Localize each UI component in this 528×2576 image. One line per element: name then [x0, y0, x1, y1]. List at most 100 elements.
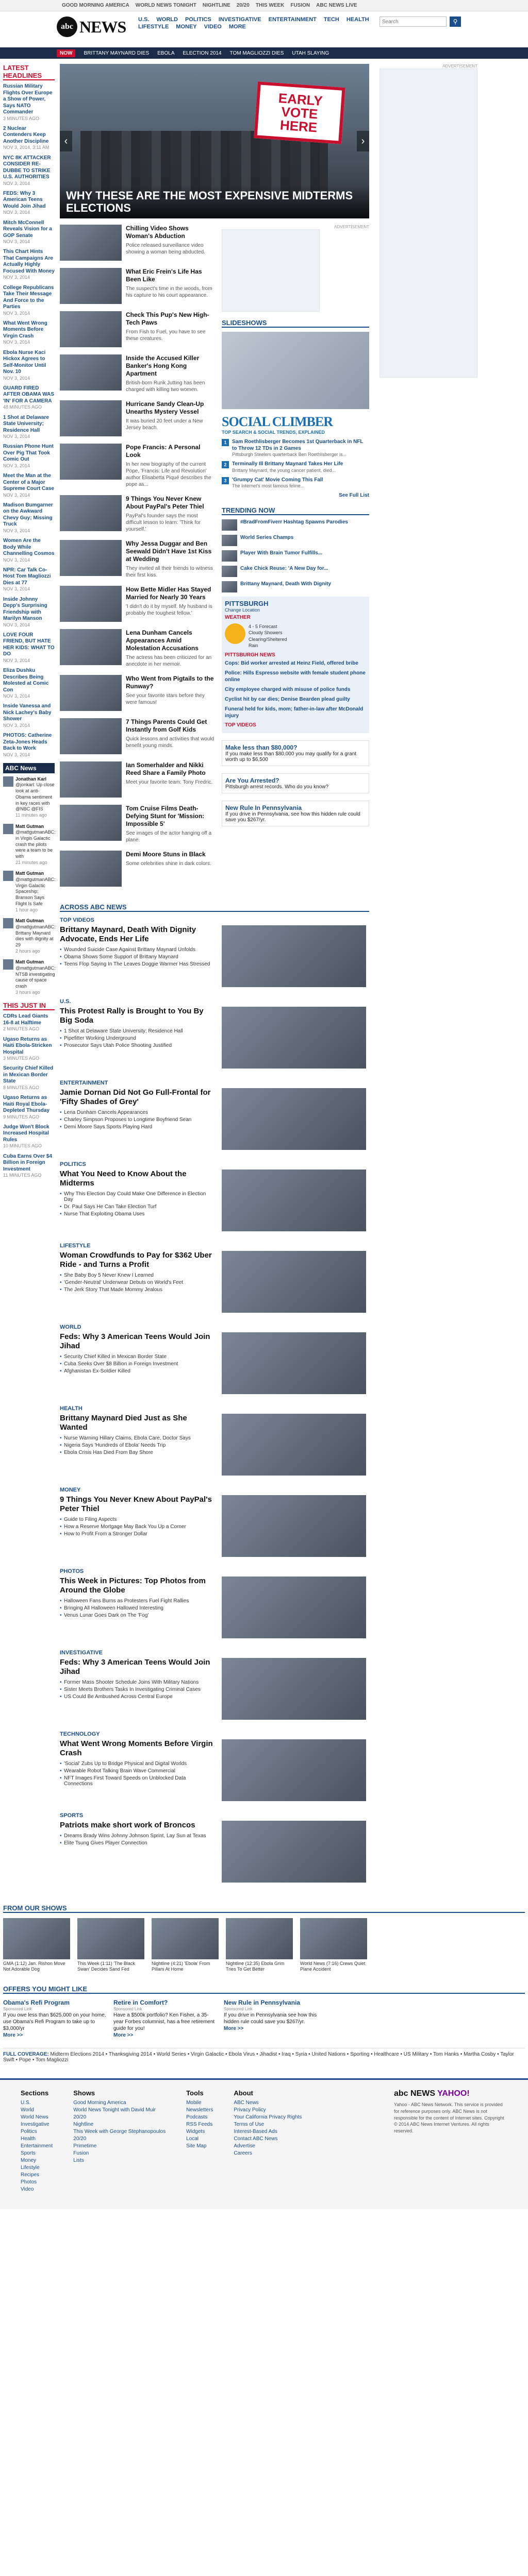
- story-headline[interactable]: Tom Cruise Films Death-Defying Stunt for…: [126, 805, 214, 828]
- chevron-left-icon[interactable]: ‹: [60, 131, 72, 151]
- trending-item[interactable]: Cake Chick Reuse: 'A New Day for...: [222, 565, 369, 577]
- footer-link[interactable]: Local: [186, 2136, 213, 2142]
- story-card[interactable]: 7 Things Parents Could Get Instantly fro…: [60, 718, 214, 754]
- section-headline[interactable]: Brittany Maynard, Death With Dignity Adv…: [60, 925, 214, 944]
- footer-link[interactable]: World News: [21, 2114, 53, 2120]
- footer-link[interactable]: Nightline: [73, 2122, 166, 2127]
- nav-item[interactable]: Tech: [324, 16, 339, 23]
- full-coverage-links[interactable]: Midterm Elections 2014 • Thanksgiving 20…: [3, 2052, 514, 2063]
- offer-item[interactable]: Obama's Refi Program Sponsored Link If you…: [3, 1999, 106, 2039]
- section-image[interactable]: [222, 1658, 366, 1720]
- topbar-link[interactable]: World News Tonight: [136, 3, 196, 8]
- show-item[interactable]: Nightline (12:35) Ebola Grim Tries To Ge…: [226, 1918, 293, 1973]
- footer-link[interactable]: Terms of Use: [234, 2122, 302, 2127]
- section-label[interactable]: Top Videos: [60, 917, 369, 923]
- story-card[interactable]: Tom Cruise Films Death-Defying Stunt for…: [60, 805, 214, 843]
- footer-link[interactable]: World News Tonight with David Muir: [73, 2107, 166, 2113]
- story-headline[interactable]: Lena Dunham Cancels Appearances Amid Mol…: [126, 629, 214, 652]
- ticker-item[interactable]: Election 2014: [183, 50, 222, 56]
- footer-link[interactable]: Lifestyle: [21, 2165, 53, 2171]
- section-label[interactable]: U.S.: [60, 998, 369, 1005]
- story-thumbnail[interactable]: [60, 629, 122, 665]
- footer-link[interactable]: Privacy Policy: [234, 2107, 302, 2113]
- section-link[interactable]: Guide to Filing Aspects: [60, 1517, 214, 1522]
- latest-item[interactable]: GUARD FIRED AFTER OBAMA WAS 'IN' FOR A C…: [3, 385, 55, 411]
- latest-item[interactable]: What Went Wrong Moments Before Virgin Cr…: [3, 320, 55, 346]
- footer-link[interactable]: Newsletters: [186, 2107, 213, 2113]
- show-thumbnail[interactable]: [152, 1918, 219, 1959]
- story-headline[interactable]: Chilling Video Shows Woman's Abduction: [126, 225, 214, 240]
- tweet[interactable]: Jonathan Karl @jonkarl: Up close look at …: [3, 776, 55, 819]
- section-label[interactable]: Lifestyle: [60, 1243, 369, 1249]
- section-image[interactable]: [222, 1495, 366, 1557]
- footer-link[interactable]: Politics: [21, 2129, 53, 2134]
- story-thumbnail[interactable]: [60, 718, 122, 754]
- footer-link[interactable]: Sports: [21, 2150, 53, 2156]
- section-image[interactable]: [222, 1332, 366, 1394]
- section-link[interactable]: Dr. Paul Says He Can Take Election Turf: [60, 1204, 214, 1210]
- story-card[interactable]: Lena Dunham Cancels Appearances Amid Mol…: [60, 629, 214, 668]
- footer-link[interactable]: Entertainment: [21, 2143, 53, 2149]
- latest-item[interactable]: Mitch McConnell Reveals Vision for a GOP…: [3, 220, 55, 245]
- latest-item[interactable]: Ebola Nurse Kaci Hickox Agrees to Self-M…: [3, 350, 55, 381]
- section-label[interactable]: World: [60, 1324, 369, 1330]
- hero-slideshow[interactable]: EARLY VOTE HERE ‹ › Why These Are The Mo…: [60, 64, 369, 218]
- story-thumbnail[interactable]: [60, 354, 122, 391]
- skyscraper-ad[interactable]: [380, 69, 477, 378]
- trending-item[interactable]: Brittany Maynard, Death With Dignity: [222, 581, 369, 592]
- search-input[interactable]: [380, 16, 447, 27]
- social-rank-item[interactable]: 1 Sam Roethlisberger Becomes 1st Quarterb…: [222, 439, 369, 457]
- section-link[interactable]: Demi Moore Says Sports Playing Hard: [60, 1124, 214, 1130]
- offer-more-link[interactable]: More >>: [224, 2025, 327, 2032]
- section-link[interactable]: US Could Be Ambushed Across Central Euro…: [60, 1694, 214, 1700]
- nav-item[interactable]: Politics: [185, 16, 211, 23]
- latest-item[interactable]: 2 Nuclear Contenders Keep Another Discip…: [3, 126, 55, 151]
- tweet[interactable]: Matt Gutman @mattgutmanABC: Virgin Galact…: [3, 871, 56, 913]
- offer-title[interactable]: New Rule in Pennsylvania: [224, 1999, 327, 2007]
- section-headline[interactable]: Jamie Dornan Did Not Go Full-Frontal for…: [60, 1088, 214, 1107]
- topbar-link[interactable]: 20/20: [237, 3, 250, 8]
- nav-item[interactable]: U.S.: [138, 16, 149, 23]
- slideshow-image[interactable]: [222, 332, 369, 409]
- footer-link[interactable]: This Week with George Stephanopoulos: [73, 2129, 166, 2134]
- social-rank-item[interactable]: 3 'Grumpy Cat' Movie Coming This Fall The …: [222, 477, 369, 488]
- nav-item[interactable]: More: [229, 24, 246, 30]
- footer-link[interactable]: Mobile: [186, 2100, 213, 2106]
- section-link[interactable]: Dreams Brady Wins Johnny Johnson Sprint,…: [60, 1833, 214, 1839]
- section-image[interactable]: [222, 925, 366, 987]
- nav-item[interactable]: Lifestyle: [138, 24, 169, 30]
- chevron-right-icon[interactable]: ›: [357, 131, 369, 151]
- story-card[interactable]: Pope Francis: A Personal Look In her new …: [60, 444, 214, 488]
- section-link[interactable]: 'Gender-Neutral' Underwear Debuts on Wor…: [60, 1280, 214, 1285]
- section-link[interactable]: Security Chief Killed in Mexican Border …: [60, 1354, 214, 1360]
- footer-link[interactable]: Advertise: [234, 2143, 302, 2149]
- latest-item[interactable]: This Chart Hints That Campaigns Are Actu…: [3, 249, 55, 280]
- topbar-link[interactable]: Fusion: [290, 3, 310, 8]
- section-link[interactable]: Nurse Warning Hillary Claims, Ebola Care…: [60, 1435, 214, 1441]
- latest-item[interactable]: LOVE FOUR FRIEND, BUT HATE HER KIDS: WHA…: [3, 632, 55, 664]
- story-card[interactable]: Why Jessa Duggar and Ben Seewald Didn't …: [60, 540, 214, 579]
- hero-headline[interactable]: Why These Are The Most Expensive Midterm…: [60, 185, 369, 218]
- ticker-item[interactable]: Ebola: [157, 50, 174, 56]
- nav-item[interactable]: World: [156, 16, 178, 23]
- footer-link[interactable]: Careers: [234, 2150, 302, 2156]
- just-in-item[interactable]: Judge Won't Block Increased Hospital Rul…: [3, 1124, 55, 1149]
- section-link[interactable]: Sister Meets Brothers Tasks In Investiga…: [60, 1687, 214, 1692]
- section-link[interactable]: She Baby Boy 5 Never Knew I Learned: [60, 1273, 214, 1278]
- just-in-item[interactable]: Ugaso Returns as Haiti Royal Ebola-Deple…: [3, 1095, 55, 1120]
- section-label[interactable]: Health: [60, 1405, 369, 1412]
- topbar-link[interactable]: This Week: [256, 3, 285, 8]
- section-label[interactable]: Technology: [60, 1731, 369, 1737]
- latest-item[interactable]: Inside Vanessa and Nick Lachey's Baby Sh…: [3, 703, 55, 728]
- section-link[interactable]: Elite Tsung Gives Player Connection: [60, 1840, 214, 1846]
- story-thumbnail[interactable]: [60, 444, 122, 480]
- story-card[interactable]: 9 Things You Never Knew About PayPal's P…: [60, 495, 214, 533]
- section-label[interactable]: Sports: [60, 1812, 369, 1819]
- footer-link[interactable]: Health: [21, 2136, 53, 2142]
- story-thumbnail[interactable]: [60, 400, 122, 436]
- story-headline[interactable]: Pope Francis: A Personal Look: [126, 444, 214, 459]
- abc-news-logo[interactable]: abc NEWS: [57, 15, 129, 38]
- rank-title[interactable]: 'Grumpy Cat' Movie Coming This Fall: [232, 477, 323, 484]
- section-link[interactable]: Teens Flop Saying In The Leaves Doggie W…: [60, 961, 214, 967]
- rank-title[interactable]: Terminally Ill Brittany Maynard Takes He…: [232, 461, 343, 468]
